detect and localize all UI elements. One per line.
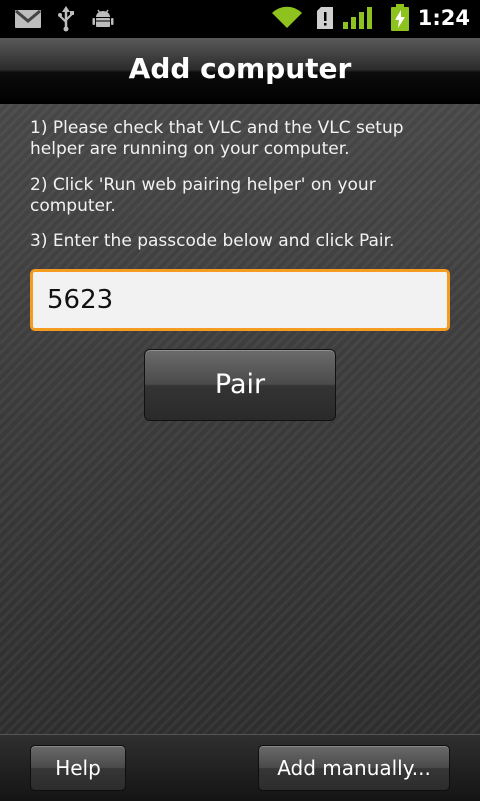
- sd-card-alert-icon: [317, 7, 333, 29]
- usb-icon: [58, 6, 74, 32]
- status-time: 1:24: [417, 6, 470, 30]
- gmail-icon: [15, 9, 41, 28]
- passcode-input[interactable]: 5623: [30, 269, 450, 331]
- signal-icon: [343, 7, 372, 29]
- help-button[interactable]: Help: [30, 745, 126, 791]
- page-title: Add computer: [128, 52, 352, 85]
- wifi-icon: [272, 6, 302, 29]
- instruction-step-1: 1) Please check that VLC and the VLC set…: [30, 118, 404, 159]
- main-content: 1) Please check that VLC and the VLC set…: [0, 104, 480, 734]
- title-bar: Add computer: [0, 38, 480, 105]
- status-bar: 1:24: [0, 0, 480, 38]
- instruction-step-3: 3) Enter the passcode below and click Pa…: [30, 231, 395, 251]
- add-manually-button[interactable]: Add manually...: [258, 745, 450, 791]
- battery-charging-icon: [391, 4, 409, 31]
- instruction-step-2: 2) Click 'Run web pairing helper' on you…: [30, 175, 376, 216]
- bottom-bar: Help Add manually...: [0, 734, 480, 801]
- pair-button[interactable]: Pair: [144, 349, 336, 421]
- android-debug-icon: [92, 9, 114, 27]
